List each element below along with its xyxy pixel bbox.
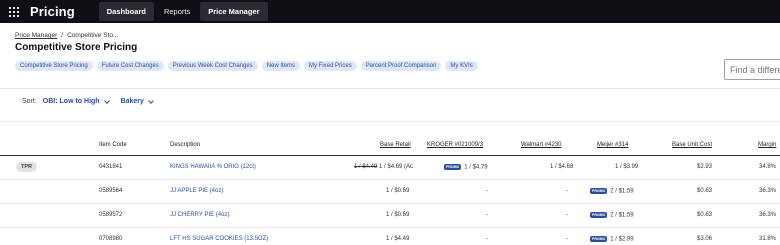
sort-dropdown-value: OBI: Low to High <box>42 98 100 105</box>
margin: 36.3% <box>759 188 777 194</box>
walmart-price: - <box>566 188 568 194</box>
margin: 34.8% <box>759 164 777 170</box>
walmart-price: - <box>566 236 568 242</box>
category-dropdown-value: Bakery <box>120 98 144 105</box>
sort-bar: Sort: OBI: Low to High Bakery <box>22 97 165 105</box>
app-grid-icon[interactable] <box>9 6 19 17</box>
header-description: Description <box>170 142 201 148</box>
kroger-price: - <box>486 188 488 194</box>
pill-percent-proof-comparison[interactable]: Percent Proof Comparison <box>360 61 442 71</box>
pill-competitive-store-pricing[interactable]: Competitive Store Pricing <box>15 61 93 71</box>
base-unit-cost: $0.63 <box>697 212 713 218</box>
base-unit-cost: $0.63 <box>697 188 713 194</box>
pill-future-cost-changes[interactable]: Future Cost Changes <box>96 61 164 71</box>
app-title: Pricing <box>30 4 75 19</box>
header-margin[interactable]: Margin <box>758 142 776 148</box>
main-nav: Dashboard Reports Price Manager <box>98 2 270 21</box>
top-nav-bar: Pricing Dashboard Reports Price Manager <box>0 0 780 23</box>
item-code: 0589564 <box>99 188 123 194</box>
nav-reports[interactable]: Reports <box>156 2 198 21</box>
item-description-link[interactable]: LFT HS SUGAR COOKIES (13.5OZ) <box>170 236 268 242</box>
base-retail: 1 / $4.49 <box>386 236 410 242</box>
meijer-price: 1 / $3.99 <box>615 164 639 170</box>
kroger-price: - <box>486 212 488 218</box>
kroger-price: - <box>486 236 488 242</box>
promo-badge: PROMO <box>590 212 608 218</box>
header-meijer[interactable]: Meijer #314 <box>597 142 628 148</box>
meijer-price: PROMO 2 / $1.59 <box>590 188 634 195</box>
table-row[interactable]: 0589564 JJ APPLE PIE (4oz) 1 / $0.69 - -… <box>0 180 780 204</box>
item-description-link[interactable]: KINGS HAWAIIA % ORIG (12ct) <box>170 164 256 170</box>
item-code: 0431841 <box>99 164 123 170</box>
promo-badge: PROMO <box>590 188 608 194</box>
divider <box>0 121 780 122</box>
pricing-table: Item Code Description Base Retail KROGER… <box>0 140 780 245</box>
table-row[interactable]: 0708980 LFT HS SUGAR COOKIES (13.5OZ) 1 … <box>0 228 780 245</box>
meijer-price-value: 1 / $2.99 <box>610 236 634 243</box>
base-retail: 1 / $4.49 1 / $4.69 (Ac <box>354 164 413 170</box>
category-dropdown[interactable]: Bakery <box>120 97 154 105</box>
table-header: Item Code Description Base Retail KROGER… <box>0 140 780 156</box>
base-retail: 1 / $0.69 <box>386 188 410 194</box>
pill-my-fixed-prices[interactable]: My Fixed Prices <box>304 61 357 71</box>
pill-previous-week-cost-changes[interactable]: Previous Week Cost Changes <box>167 61 258 71</box>
header-kroger[interactable]: KROGER #021009/3 <box>427 142 483 148</box>
item-description-link[interactable]: JJ APPLE PIE (4oz) <box>170 188 223 194</box>
view-pills: Competitive Store Pricing Future Cost Ch… <box>15 61 478 71</box>
base-unit-cost: $3.06 <box>697 236 713 242</box>
item-code: 0589572 <box>99 212 123 218</box>
breadcrumb-current: Competitive Sto... <box>67 32 119 39</box>
nav-price-manager[interactable]: Price Manager <box>200 2 268 21</box>
meijer-price-value: 2 / $1.59 <box>610 188 634 195</box>
header-base-retail[interactable]: Base Retail <box>380 142 411 148</box>
promo-badge: PROMO <box>444 164 462 170</box>
chevron-down-icon <box>103 97 110 104</box>
breadcrumb-separator: / <box>61 32 64 39</box>
tpr-tag: TPR <box>16 162 37 172</box>
item-code: 0708980 <box>99 236 123 242</box>
divider <box>0 88 780 89</box>
kroger-price: PROMO 1 / $4.79 <box>444 164 488 171</box>
page-title: Competitive Store Pricing <box>15 42 138 53</box>
base-retail: 1 / $0.69 <box>386 212 410 218</box>
search-input[interactable]: Find a differe <box>724 59 780 80</box>
margin: 36.3% <box>759 212 777 218</box>
sort-label: Sort: <box>22 98 37 105</box>
item-description-link[interactable]: JJ CHERRY PIE (4oz) <box>170 212 229 218</box>
breadcrumb: Price Manager / Competitive Sto... <box>15 32 118 39</box>
base-retail-old: 1 / $4.49 <box>354 164 378 170</box>
chevron-down-icon <box>148 97 154 104</box>
pill-my-kvis[interactable]: My KVIs <box>445 61 478 71</box>
table-row[interactable]: 0589572 JJ CHERRY PIE (4oz) 1 / $0.69 - … <box>0 204 780 228</box>
header-walmart[interactable]: Walmart #4230 <box>521 142 561 148</box>
walmart-price: 1 / $4.68 <box>550 164 574 170</box>
sort-dropdown[interactable]: OBI: Low to High <box>42 97 110 105</box>
meijer-price: PROMO 2 / $1.59 <box>590 212 634 219</box>
base-unit-cost: $2.93 <box>697 164 713 170</box>
meijer-price-value: 2 / $1.59 <box>610 212 634 219</box>
header-item-code: Item Code <box>99 142 127 148</box>
base-retail-new: 1 / $4.69 (Ac <box>377 164 414 170</box>
walmart-price: - <box>566 212 568 218</box>
margin: 31.8% <box>759 236 777 242</box>
promo-badge: PROMO <box>590 236 608 242</box>
header-base-unit-cost[interactable]: Base Unit Cost <box>672 142 712 148</box>
kroger-price-value: 1 / $4.79 <box>464 164 488 171</box>
breadcrumb-price-manager[interactable]: Price Manager <box>15 32 57 39</box>
pill-new-items[interactable]: New Items <box>261 61 301 71</box>
nav-dashboard[interactable]: Dashboard <box>98 2 154 21</box>
table-row[interactable]: TPR 0431841 KINGS HAWAIIA % ORIG (12ct) … <box>0 156 780 180</box>
meijer-price: PROMO 1 / $2.99 <box>590 236 634 243</box>
